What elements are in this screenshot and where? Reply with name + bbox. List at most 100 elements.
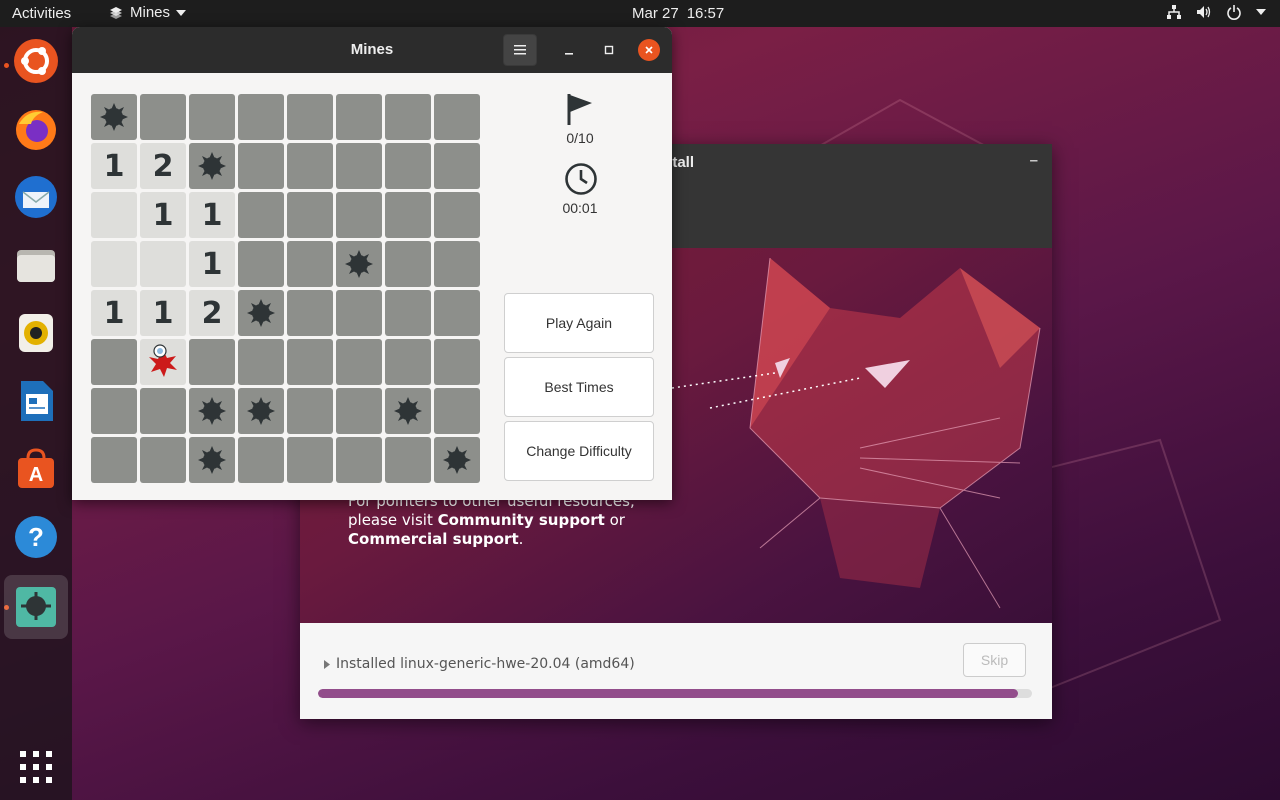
mine-cell[interactable]	[434, 437, 480, 483]
system-tray[interactable]	[1166, 4, 1266, 20]
app-menu[interactable]: Mines	[108, 4, 187, 21]
firefox-icon	[16, 110, 56, 150]
dock-item-rhythmbox[interactable]	[10, 307, 62, 359]
covered-cell[interactable]	[336, 143, 382, 189]
mine-cell[interactable]	[91, 94, 137, 140]
covered-cell[interactable]	[434, 290, 480, 336]
covered-cell[interactable]	[238, 94, 284, 140]
covered-cell[interactable]	[287, 143, 333, 189]
number-cell[interactable]: 1	[91, 290, 137, 336]
covered-cell[interactable]	[336, 437, 382, 483]
maximize-button[interactable]	[598, 39, 620, 61]
number-cell[interactable]: 1	[189, 192, 235, 238]
number-cell[interactable]: 1	[91, 143, 137, 189]
mine-cell[interactable]	[238, 388, 284, 434]
install-status[interactable]: Installed linux-generic-hwe-20.04 (amd64…	[324, 656, 635, 672]
covered-cell[interactable]	[238, 241, 284, 287]
covered-cell[interactable]	[287, 94, 333, 140]
covered-cell[interactable]	[385, 339, 431, 385]
chevron-down-icon	[1256, 9, 1266, 15]
covered-cell[interactable]	[91, 339, 137, 385]
show-applications-button[interactable]	[10, 741, 62, 793]
network-icon	[1167, 5, 1181, 19]
community-support-link[interactable]: Community support	[438, 511, 605, 529]
install-status-text: Installed linux-generic-hwe-20.04 (amd64…	[336, 656, 635, 672]
dock-item-help[interactable]: ?	[10, 511, 62, 563]
covered-cell[interactable]	[385, 192, 431, 238]
minimize-button[interactable]	[558, 39, 580, 61]
covered-cell[interactable]	[287, 192, 333, 238]
empty-cell[interactable]	[91, 241, 137, 287]
covered-cell[interactable]	[336, 339, 382, 385]
dock-item-software[interactable]: A	[10, 443, 62, 495]
covered-cell[interactable]	[189, 339, 235, 385]
covered-cell[interactable]	[336, 290, 382, 336]
change-difficulty-button[interactable]: Change Difficulty	[504, 421, 654, 481]
covered-cell[interactable]	[140, 388, 186, 434]
covered-cell[interactable]	[140, 437, 186, 483]
covered-cell[interactable]	[385, 437, 431, 483]
covered-cell[interactable]	[336, 94, 382, 140]
mine-cell[interactable]	[385, 388, 431, 434]
covered-cell[interactable]	[287, 437, 333, 483]
best-times-button[interactable]: Best Times	[504, 357, 654, 417]
covered-cell[interactable]	[434, 241, 480, 287]
covered-cell[interactable]	[238, 437, 284, 483]
covered-cell[interactable]	[385, 290, 431, 336]
dock-item-thunderbird[interactable]	[10, 171, 62, 223]
covered-cell[interactable]	[287, 339, 333, 385]
covered-cell[interactable]	[287, 388, 333, 434]
commercial-support-link[interactable]: Commercial support	[348, 530, 519, 548]
covered-cell[interactable]	[434, 192, 480, 238]
number-cell[interactable]: 1	[140, 192, 186, 238]
number-cell[interactable]: 2	[140, 143, 186, 189]
dock-item-mines[interactable]	[4, 575, 68, 639]
dock-item-firefox[interactable]	[10, 103, 62, 155]
covered-cell[interactable]	[287, 241, 333, 287]
covered-cell[interactable]	[434, 143, 480, 189]
close-button[interactable]	[638, 39, 660, 61]
dock-item-writer[interactable]	[10, 375, 62, 427]
covered-cell[interactable]	[385, 241, 431, 287]
minimize-icon	[565, 53, 573, 55]
mine-cell[interactable]	[189, 388, 235, 434]
mines-headerbar[interactable]: Mines	[72, 27, 672, 73]
covered-cell[interactable]	[238, 339, 284, 385]
play-again-button[interactable]: Play Again	[504, 293, 654, 353]
minimize-icon[interactable]: –	[1030, 152, 1038, 169]
mine-cell[interactable]	[189, 143, 235, 189]
covered-cell[interactable]	[336, 192, 382, 238]
mine-cell[interactable]	[189, 437, 235, 483]
covered-cell[interactable]	[91, 388, 137, 434]
mine-cell[interactable]	[336, 241, 382, 287]
covered-cell[interactable]	[434, 339, 480, 385]
dock-item-ubuntu[interactable]	[10, 35, 62, 87]
covered-cell[interactable]	[189, 94, 235, 140]
activities-button[interactable]: Activities	[12, 5, 71, 22]
covered-cell[interactable]	[434, 94, 480, 140]
covered-cell[interactable]	[140, 94, 186, 140]
covered-cell[interactable]	[287, 290, 333, 336]
empty-cell[interactable]	[91, 192, 137, 238]
mines-app-icon	[110, 6, 122, 19]
number-cell[interactable]: 2	[189, 290, 235, 336]
clock[interactable]: Mar 27 16:57	[632, 5, 724, 22]
number-cell[interactable]: 1	[189, 241, 235, 287]
clock-date: Mar 27	[632, 5, 679, 22]
covered-cell[interactable]	[238, 192, 284, 238]
covered-cell[interactable]	[434, 388, 480, 434]
skip-button[interactable]: Skip	[963, 643, 1026, 677]
covered-cell[interactable]	[385, 143, 431, 189]
empty-cell[interactable]	[140, 241, 186, 287]
exploded-mine-cell[interactable]	[140, 339, 186, 385]
number-cell[interactable]: 1	[140, 290, 186, 336]
menu-button[interactable]	[503, 34, 537, 66]
dock-item-files[interactable]	[10, 239, 62, 291]
mine-icon	[198, 397, 226, 425]
covered-cell[interactable]	[91, 437, 137, 483]
mine-icon	[394, 397, 422, 425]
covered-cell[interactable]	[336, 388, 382, 434]
covered-cell[interactable]	[385, 94, 431, 140]
mine-cell[interactable]	[238, 290, 284, 336]
covered-cell[interactable]	[238, 143, 284, 189]
